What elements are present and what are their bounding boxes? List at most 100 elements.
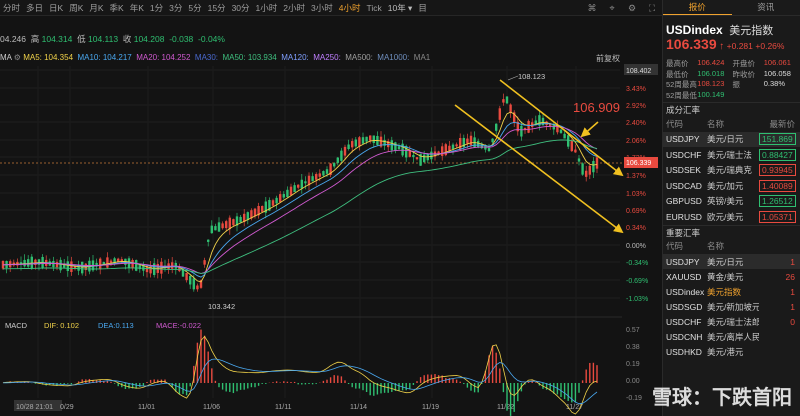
- timeframe-8[interactable]: 3分: [166, 2, 185, 14]
- important-row[interactable]: USDHKD 美元/港元: [663, 344, 800, 359]
- macd-axis-label: 0.19: [626, 361, 640, 368]
- row-value: 1: [790, 301, 795, 312]
- low-annotation: 103.342: [208, 302, 235, 311]
- candle-body: [279, 194, 282, 203]
- ma250-label: MA250:: [313, 53, 341, 62]
- ma10-label: MA10: 104.217: [77, 53, 132, 62]
- ma500-label: MA500:: [345, 53, 373, 62]
- cursor-icon[interactable]: ⌖: [606, 3, 618, 13]
- macd-axis-label: 0.00: [626, 378, 640, 385]
- important-row[interactable]: XAUUSD 黄金/美元 26: [663, 269, 800, 284]
- candle-body: [469, 135, 473, 146]
- tab-quote[interactable]: 报价: [663, 0, 732, 15]
- high-annotation: 108.123: [518, 72, 545, 81]
- change-value: -0.038: [169, 34, 194, 44]
- candle-body: [81, 261, 84, 274]
- candle-body: [289, 186, 293, 196]
- timeframe-1[interactable]: 多日: [23, 2, 46, 14]
- stat-value: 100.149: [697, 89, 725, 99]
- stat-row: 52周最低 100.149: [666, 90, 797, 101]
- component-row[interactable]: USDSEK 美元/瑞典克 0.93945: [663, 163, 800, 179]
- candle-body: [369, 135, 372, 141]
- candle-body: [311, 176, 314, 182]
- timeframe-13[interactable]: 2小时: [280, 2, 308, 14]
- camera-icon[interactable]: ⌘: [586, 3, 598, 13]
- important-row[interactable]: USDJPY 美元/日元 1: [663, 254, 800, 269]
- y-tick-label: 0.00%: [626, 243, 646, 250]
- fullscreen-icon[interactable]: ⛶: [646, 3, 658, 13]
- y-tick-label: 0.34%: [626, 225, 646, 232]
- timeframe-12[interactable]: 1小时: [253, 2, 281, 14]
- candle-body: [520, 125, 523, 137]
- candle-body: [55, 261, 59, 268]
- last-price: 04.246: [0, 34, 26, 44]
- timeframe-5[interactable]: 季K: [107, 2, 127, 14]
- x-tick-label: 0/29: [60, 404, 74, 411]
- settings-icon[interactable]: ⚙: [626, 3, 638, 13]
- candle-body: [487, 147, 491, 152]
- timeframe-7[interactable]: 1分: [147, 2, 166, 14]
- candle-body: [354, 139, 357, 147]
- stat-value-2: 106.061: [763, 58, 791, 67]
- timeframe-9[interactable]: 5分: [185, 2, 204, 14]
- row-name: 美元/瑞士法: [707, 149, 752, 160]
- candle-body: [423, 154, 426, 163]
- candle-body: [477, 140, 480, 148]
- candle-body: [527, 120, 530, 133]
- y-tick-label: 0.69%: [626, 208, 646, 215]
- timeframe-15[interactable]: 4小时: [336, 2, 364, 14]
- row-value: 151.869: [759, 133, 797, 146]
- component-row[interactable]: EURUSD 欧元/美元 1.05371: [663, 209, 800, 225]
- candle-body: [592, 160, 595, 173]
- important-row[interactable]: USDCHF 美元/瑞士法郎 0: [663, 314, 800, 329]
- candle-body: [171, 262, 174, 269]
- candle-body: [347, 144, 350, 150]
- component-row[interactable]: USDJPY 美元/日元 151.869: [663, 131, 800, 147]
- candle-body: [585, 170, 588, 177]
- candle-body: [351, 141, 354, 148]
- high-value: 104.314: [41, 34, 73, 44]
- candle-body: [358, 137, 361, 147]
- adjust-toggle[interactable]: 前复权: [596, 53, 620, 64]
- timeframe-16[interactable]: Tick: [363, 3, 384, 13]
- price-chart[interactable]: 108.4023.43%2.92%2.40%2.06%1.72%1.37%1.0…: [0, 60, 660, 416]
- candle-body: [408, 150, 411, 157]
- timeframe-6[interactable]: 年K: [127, 2, 147, 14]
- timeframe-11[interactable]: 30分: [229, 2, 253, 14]
- important-row[interactable]: USDindex 美元指数 1: [663, 284, 800, 299]
- important-row[interactable]: USDCNH 美元/离岸人民: [663, 329, 800, 344]
- component-row[interactable]: USDCHF 美元/瑞士法 0.88427: [663, 147, 800, 163]
- important-row[interactable]: USDSGD 美元/新加坡元 1: [663, 299, 800, 314]
- range-suffix: 目: [418, 2, 427, 13]
- row-value: 1: [790, 256, 795, 267]
- macd-axis-label: -0.19: [626, 395, 642, 402]
- range-select[interactable]: 10年 ▾: [385, 2, 416, 14]
- target-arrow: [580, 121, 599, 138]
- row-name: 美元/日元: [707, 134, 744, 145]
- stat-label-2: [732, 90, 763, 101]
- candle-body: [203, 260, 206, 265]
- ma1000-label: MA1000:: [377, 53, 410, 62]
- stat-value: 108.123: [697, 79, 725, 88]
- y-tick-label: -1.03%: [626, 296, 648, 303]
- ma-legend-row: MA ⚙ MA5: 104.354 MA10: 104.217 MA20: 10…: [0, 53, 620, 64]
- current-price: 106.339: [666, 36, 717, 52]
- timeframe-3[interactable]: 周K: [66, 2, 86, 14]
- timeframe-10[interactable]: 15分: [205, 2, 229, 14]
- component-row[interactable]: GBPUSD 英镑/美元 1.26512: [663, 194, 800, 210]
- y-tick-label: 3.43%: [626, 86, 646, 93]
- tab-news[interactable]: 资讯: [732, 0, 800, 15]
- candle-body: [228, 217, 231, 230]
- timeframe-14[interactable]: 3小时: [308, 2, 336, 14]
- timeframe-2[interactable]: 日K: [46, 2, 66, 14]
- x-tick-label: 11/22: [497, 404, 514, 411]
- candle-body: [570, 140, 573, 152]
- candle-body: [588, 165, 591, 175]
- candle-body: [297, 184, 300, 188]
- stat-label: 最低价: [666, 69, 689, 79]
- timeframe-0[interactable]: 分时: [0, 2, 23, 14]
- component-row[interactable]: USDCAD 美元/加元 1.40089: [663, 178, 800, 194]
- timeframe-toolbar: 分时 多日 日K 周K 月K 季K 年K 1分 3分 5分 15分 30分 1小时 2小时 3小时 4小时 Ti…: [0, 0, 662, 16]
- timeframe-4[interactable]: 月K: [86, 2, 106, 14]
- candle-body: [577, 158, 581, 162]
